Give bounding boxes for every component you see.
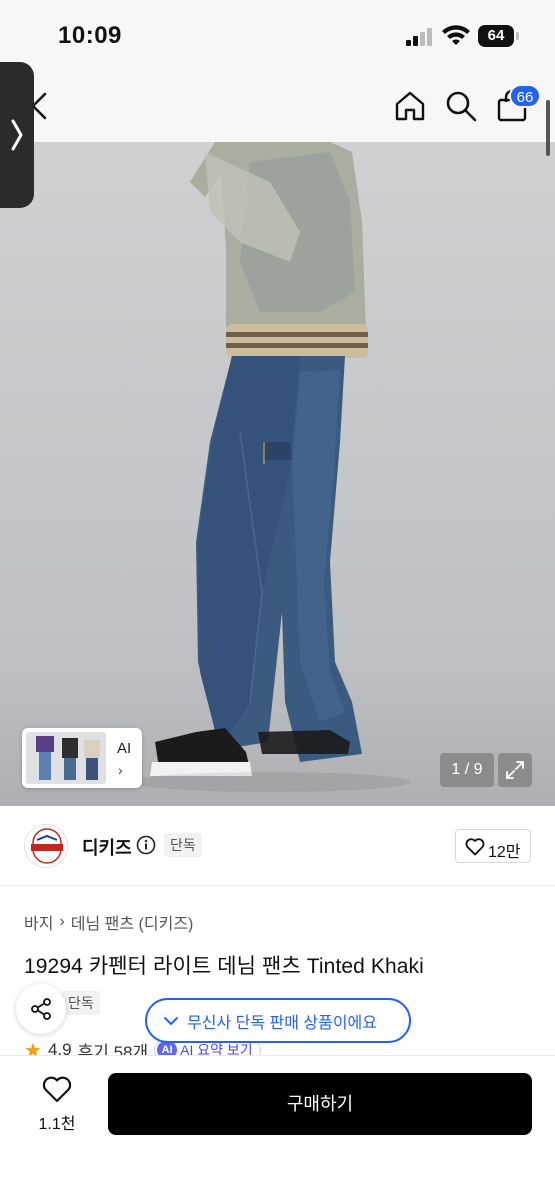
side-panel-handle[interactable] [0, 62, 34, 208]
breadcrumb-subcategory[interactable]: 데님 팬츠 (디키즈) [71, 910, 194, 934]
bottom-purchase-bar: 1.1천 구매하기 [0, 1055, 555, 1200]
thumbnail-image [26, 732, 106, 784]
share-button[interactable] [16, 984, 66, 1034]
breadcrumb: 바지 › 데님 팬츠 (디키즈) [24, 910, 193, 934]
status-bar: 10:09 64 [0, 0, 555, 72]
brand-row: 디키즈 단독 12만 [0, 806, 555, 886]
wifi-icon [442, 25, 470, 45]
battery-cap [516, 32, 519, 40]
home-icon[interactable] [394, 90, 426, 122]
product-title: 19294 카펜터 라이트 데님 팬츠 Tinted Khaki [24, 955, 424, 978]
expand-button[interactable] [498, 753, 532, 787]
status-time: 10:09 [58, 22, 122, 49]
scroll-indicator [546, 100, 550, 156]
heart-icon [465, 838, 485, 856]
exclusive-badge: 단독 [164, 833, 202, 857]
image-page-indicator: 1 / 9 [440, 753, 494, 787]
expand-icon [506, 761, 524, 779]
share-icon [31, 998, 51, 1020]
heart-icon[interactable] [42, 1076, 72, 1104]
chevron-down-icon [164, 1016, 178, 1025]
chevron-right-icon [11, 119, 23, 151]
ai-fitting-thumbnail[interactable]: AI › [22, 728, 142, 788]
product-image[interactable] [0, 142, 555, 806]
brand-logo[interactable] [24, 824, 68, 868]
breadcrumb-category[interactable]: 바지 [24, 910, 53, 934]
info-icon[interactable] [136, 835, 156, 855]
cart-count-badge: 66 [509, 84, 541, 108]
toast-message: 무신사 단독 판매 상품이에요 [187, 1014, 377, 1032]
buy-button[interactable]: 구매하기 [108, 1073, 532, 1135]
top-navigation [0, 72, 555, 142]
cellular-signal-icon [406, 28, 434, 46]
brand-like-count: 12만 [488, 844, 521, 861]
exclusive-tag: 단독 [62, 991, 100, 1015]
search-icon[interactable] [445, 90, 477, 122]
chevron-right-icon: › [118, 762, 123, 778]
battery-indicator: 64 [478, 25, 514, 47]
brand-name[interactable]: 디키즈 [82, 834, 132, 860]
model-photo [130, 142, 410, 792]
brand-like-button[interactable]: 12만 [455, 829, 531, 863]
chevron-right-icon: › [59, 913, 65, 930]
ai-label: AI [117, 740, 132, 757]
wishlist-count: 1.1천 [38, 1116, 76, 1133]
exclusive-toast[interactable]: 무신사 단독 판매 상품이에요 [145, 998, 411, 1043]
